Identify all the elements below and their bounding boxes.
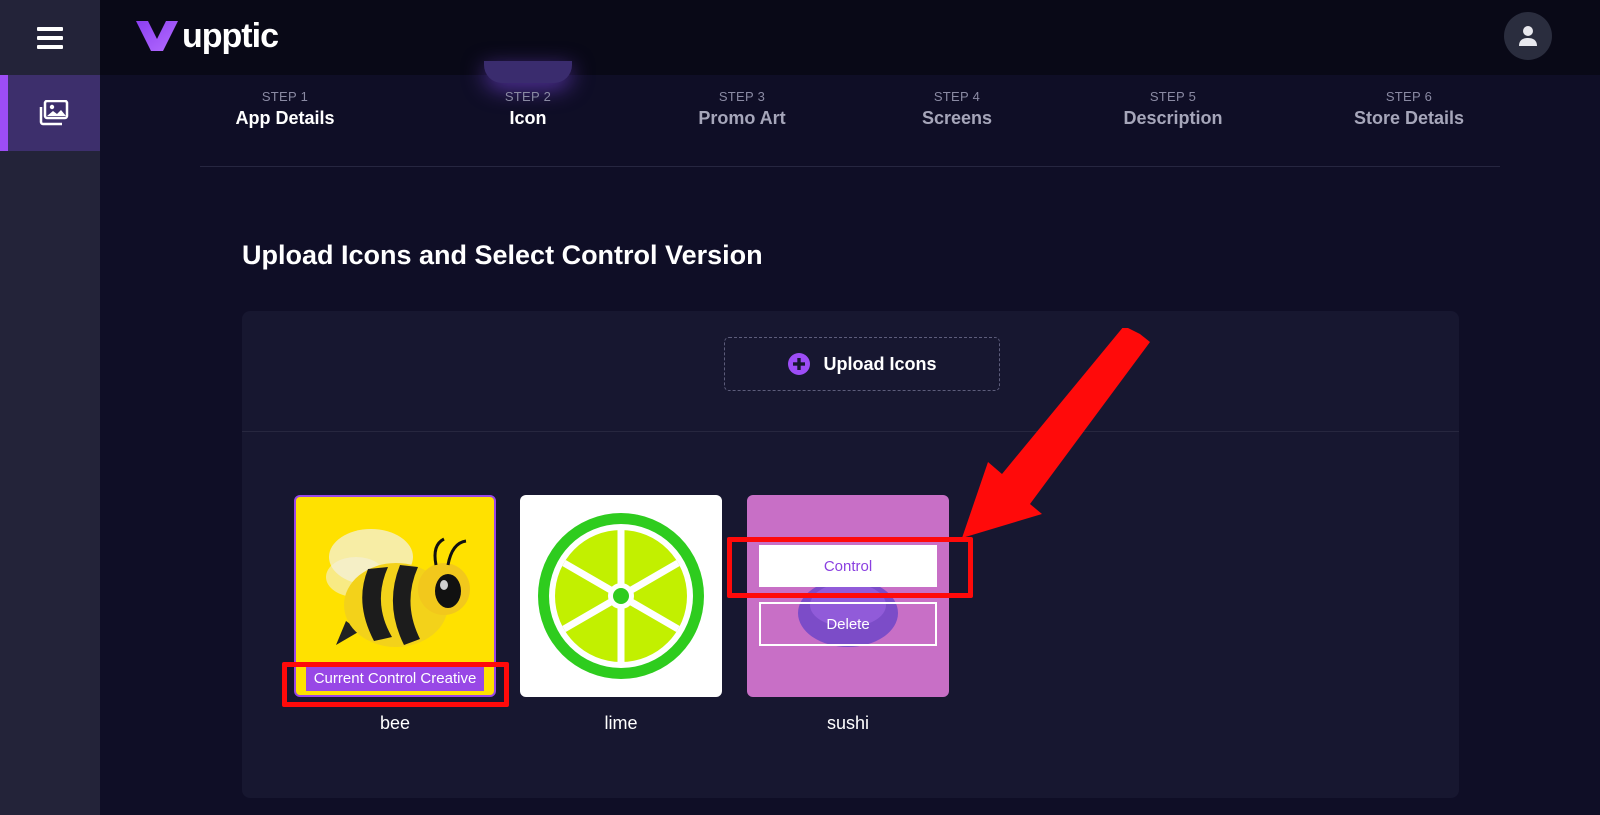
step-screens[interactable]: STEP 4 Screens bbox=[857, 89, 1057, 129]
step-label: Promo Art bbox=[698, 108, 786, 128]
highlight-box-control bbox=[727, 537, 973, 598]
step-number: STEP 6 bbox=[1385, 89, 1433, 104]
active-step-indicator bbox=[484, 61, 572, 83]
hamburger-icon bbox=[37, 26, 63, 49]
icon-name: bee bbox=[379, 713, 411, 733]
step-app-details[interactable]: STEP 1 App Details bbox=[185, 89, 385, 129]
logo-text: upptic bbox=[182, 17, 279, 55]
menu-toggle-button[interactable] bbox=[0, 0, 100, 75]
page-title: Upload Icons and Select Control Version bbox=[242, 240, 763, 270]
user-icon bbox=[1519, 26, 1537, 46]
red-arrow-annotation bbox=[962, 328, 1150, 538]
step-label: Screens bbox=[921, 108, 993, 128]
user-avatar-button[interactable] bbox=[1504, 12, 1552, 60]
step-promo-art[interactable]: STEP 3 Promo Art bbox=[642, 89, 842, 129]
step-number: STEP 5 bbox=[1149, 89, 1197, 104]
step-label: App Details bbox=[235, 108, 335, 128]
delete-icon-button[interactable]: Delete bbox=[759, 602, 937, 646]
step-icon[interactable]: STEP 2 Icon bbox=[428, 89, 628, 129]
step-label: Store Details bbox=[1353, 108, 1465, 128]
plus-circle-icon bbox=[788, 353, 811, 375]
step-label: Description bbox=[1123, 108, 1223, 128]
upload-icons-label: Upload Icons bbox=[823, 353, 937, 374]
icon-name: lime bbox=[604, 713, 638, 733]
icon-tile-lime[interactable] bbox=[520, 495, 722, 697]
step-number: STEP 3 bbox=[718, 89, 766, 104]
step-store-details[interactable]: STEP 6 Store Details bbox=[1309, 89, 1509, 129]
lime-image bbox=[538, 513, 704, 679]
top-bar: upptic bbox=[100, 0, 1600, 75]
upload-area: Upload Icons bbox=[242, 311, 1459, 432]
highlight-box-badge bbox=[282, 662, 509, 707]
icon-name: sushi bbox=[826, 713, 870, 733]
upload-icons-button[interactable]: Upload Icons bbox=[724, 337, 1000, 391]
step-label: Icon bbox=[509, 108, 547, 128]
step-number: STEP 2 bbox=[504, 89, 552, 104]
sidebar bbox=[0, 0, 100, 815]
step-number: STEP 4 bbox=[933, 89, 981, 104]
step-number: STEP 1 bbox=[261, 89, 309, 104]
step-progress: STEP 1 App Details STEP 2 Icon STEP 3 Pr… bbox=[200, 61, 1500, 167]
logo-mark-icon bbox=[136, 21, 178, 51]
sidebar-item-creatives[interactable] bbox=[0, 75, 100, 151]
images-icon bbox=[39, 100, 69, 126]
step-description[interactable]: STEP 5 Description bbox=[1073, 89, 1273, 129]
brand-logo[interactable]: upptic bbox=[136, 17, 279, 55]
